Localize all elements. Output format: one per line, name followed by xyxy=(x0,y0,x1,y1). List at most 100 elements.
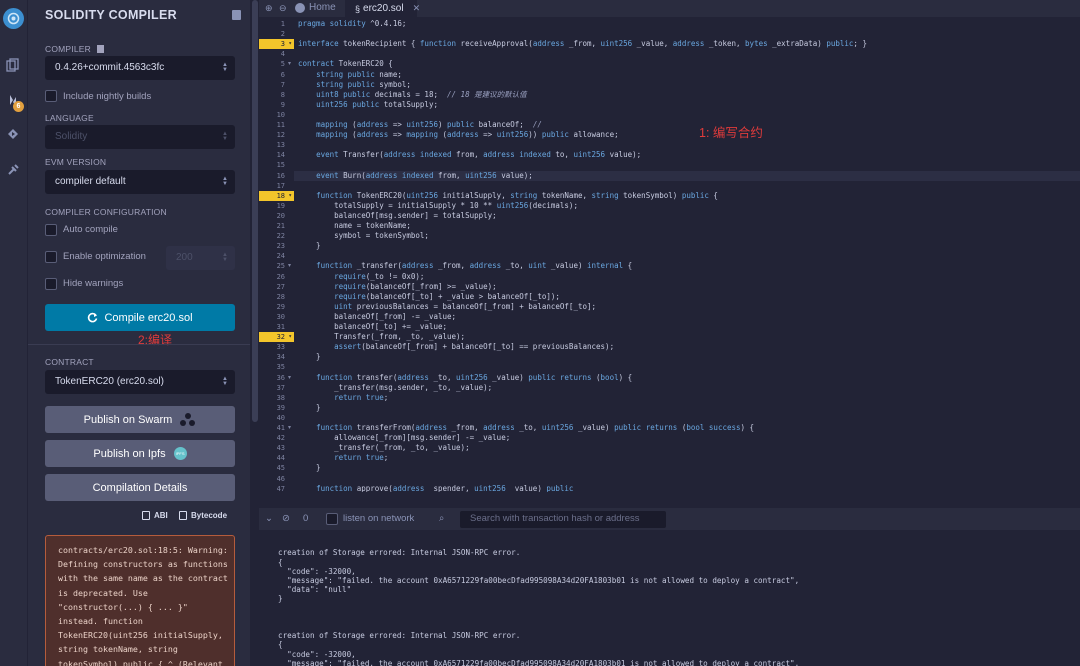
include-nightly-checkbox[interactable] xyxy=(45,90,57,102)
line-number: 15 xyxy=(276,161,285,170)
code-line: mapping (address => mapping (address => … xyxy=(316,130,619,140)
fold-toggle-icon[interactable]: ▾ xyxy=(288,373,291,383)
line-number: 44 xyxy=(276,454,285,463)
warning-marker-icon[interactable]: ▾ xyxy=(288,332,292,342)
code-line: _transfer(_from, _to, _value); xyxy=(298,443,470,453)
enable-optimization-checkbox[interactable] xyxy=(45,251,57,263)
pending-tx-count: 0 xyxy=(303,513,309,524)
line-number: 16 xyxy=(276,171,285,180)
tab-home[interactable]: Home xyxy=(295,2,336,13)
remix-ide: 6 SOLIDITY COMPILER COMPILER 0.4.26+comm… xyxy=(0,0,1080,666)
code-line: return true; xyxy=(334,453,389,463)
fold-toggle-icon[interactable]: ▾ xyxy=(288,59,291,69)
line-number: 20 xyxy=(276,211,285,220)
line-number: 10 xyxy=(276,110,285,119)
contract-select[interactable]: TokenERC20 (erc20.sol) ▲ ▼ xyxy=(45,370,235,394)
line-number: 26 xyxy=(276,272,285,281)
deploy-run-icon[interactable] xyxy=(3,124,23,144)
line-number: 37 xyxy=(276,383,285,392)
line-number: 47 xyxy=(276,484,285,492)
line-number: 21 xyxy=(276,222,285,230)
fold-toggle-icon[interactable]: ▾ xyxy=(288,261,291,271)
compile-button-label: Compile erc20.sol xyxy=(104,311,193,324)
terminal-toolbar: ⌄ ⊘ 0 listen on network ⌕ Search with tr… xyxy=(259,508,1080,530)
line-number: 39 xyxy=(276,403,285,412)
copy-icon xyxy=(142,511,150,520)
terminal-search-input[interactable]: Search with transaction hash or address xyxy=(460,511,666,528)
line-number: 22 xyxy=(276,232,285,241)
code-line: } xyxy=(298,352,321,362)
select-arrows-icon: ▲ ▼ xyxy=(222,62,228,73)
line-number: 1 xyxy=(280,20,285,28)
line-number: 24 xyxy=(276,252,285,261)
file-explorer-icon[interactable] xyxy=(3,55,23,75)
code-line: string public symbol; xyxy=(316,79,411,89)
warning-marker-icon[interactable]: ▾ xyxy=(288,39,292,49)
hide-warnings-checkbox[interactable] xyxy=(45,278,57,290)
line-number: 38 xyxy=(276,393,285,402)
code-line: function TokenERC20(uint256 initialSuppl… xyxy=(316,190,718,200)
line-number: 19 xyxy=(276,201,285,210)
warning-marker-icon[interactable]: ▾ xyxy=(288,191,292,201)
code-editor[interactable]: 1 2 3 ▾ 4 5 ▾ 6 7 8 9 10 11 12 13 14 15 16 17 18 ▾ 19 20 21 22 23… xyxy=(259,17,1080,492)
zoom-in-icon[interactable]: ⊕ xyxy=(265,3,273,14)
close-tab-icon[interactable]: ✕ xyxy=(413,3,421,14)
auto-compile-label: Auto compile xyxy=(63,224,118,235)
copy-abi-button[interactable]: ABI xyxy=(142,511,168,520)
listen-network-label: listen on network xyxy=(343,513,415,524)
code-line: pragma solidity ^0.4.16; xyxy=(298,19,407,28)
hide-warnings-label: Hide warnings xyxy=(63,278,124,289)
solidity-compiler-icon[interactable]: 6 xyxy=(3,91,24,112)
contract-value: TokenERC20 (erc20.sol) xyxy=(55,376,164,387)
line-number: 13 xyxy=(276,141,285,150)
publish-ipfs-button[interactable]: Publish on Ipfs IPFS xyxy=(45,440,235,467)
code-line: function _transfer(address _from, addres… xyxy=(316,261,633,271)
collapse-terminal-icon[interactable]: ⌄ xyxy=(265,513,273,524)
line-number: 7 xyxy=(280,80,285,89)
panel-scrollbar[interactable] xyxy=(252,0,258,422)
code-line: _transfer(msg.sender, _to, _value); xyxy=(298,382,493,392)
line-number: 3 ▾ xyxy=(259,39,294,50)
compiler-warning[interactable]: contracts/erc20.sol:18:5: Warning: Defin… xyxy=(45,535,235,666)
line-number: 28 xyxy=(276,292,285,301)
publish-swarm-label: Publish on Swarm xyxy=(83,413,173,426)
remix-logo-icon[interactable] xyxy=(3,8,24,29)
line-number: 35 xyxy=(276,363,285,372)
documentation-icon[interactable] xyxy=(232,10,241,20)
swarm-icon xyxy=(180,412,196,427)
line-number: 2 xyxy=(280,30,285,39)
copy-bytecode-button[interactable]: Bytecode xyxy=(179,511,227,520)
fold-toggle-icon[interactable]: ▾ xyxy=(288,423,291,433)
plugin-manager-icon[interactable] xyxy=(3,160,23,180)
auto-compile-checkbox[interactable] xyxy=(45,224,57,236)
line-number: 6 xyxy=(280,70,285,79)
compile-button[interactable]: Compile erc20.sol xyxy=(45,304,235,331)
terminal-output: creation of Storage errored: Internal JS… xyxy=(259,530,1080,666)
language-label: LANGUAGE xyxy=(45,113,94,123)
code-line: balanceOf[msg.sender] = totalSupply; xyxy=(298,210,497,220)
add-compiler-icon[interactable] xyxy=(96,45,104,53)
code-line: } xyxy=(298,402,321,412)
clear-console-icon[interactable]: ⊘ xyxy=(282,513,290,524)
tab-erc20-sol[interactable]: § erc20.sol ✕ xyxy=(345,0,420,17)
code-line: require(balanceOf[_to] + _value > balanc… xyxy=(334,291,560,301)
runs-value: 200 xyxy=(176,252,193,263)
code-line: balanceOf[_from] -= _value; xyxy=(298,311,457,321)
compiler-version-select[interactable]: 0.4.26+commit.4563c3fc ▲ ▼ xyxy=(45,56,235,80)
annotation-compile: 2:编译 xyxy=(138,333,173,347)
publish-swarm-button[interactable]: Publish on Swarm xyxy=(45,406,235,433)
compilation-details-label: Compilation Details xyxy=(92,481,188,494)
editor-tab-bar: ⊕ ⊖ Home § erc20.sol ✕ xyxy=(259,0,1080,17)
code-line: allowance[_from][msg.sender] -= _value; xyxy=(298,433,511,443)
line-number-gutter: 1 2 3 ▾ 4 5 ▾ 6 7 8 9 10 11 12 13 14 15 16 17 18 ▾ 19 20 21 22 23… xyxy=(259,17,294,492)
search-icon: ⌕ xyxy=(439,513,445,524)
code-line: require(_to != 0x0); xyxy=(334,271,425,281)
evm-version-select[interactable]: compiler default ▲ ▼ xyxy=(45,170,235,194)
compilation-details-button[interactable]: Compilation Details xyxy=(45,474,235,501)
line-number: 43 xyxy=(276,444,285,453)
line-number: 4 xyxy=(280,50,285,59)
code-line: uint8 public decimals = 18; // 18 是建议的默认… xyxy=(316,89,527,99)
listen-network-checkbox[interactable] xyxy=(326,513,338,525)
publish-ipfs-label: Publish on Ipfs xyxy=(93,447,166,460)
zoom-out-icon[interactable]: ⊖ xyxy=(279,3,287,14)
